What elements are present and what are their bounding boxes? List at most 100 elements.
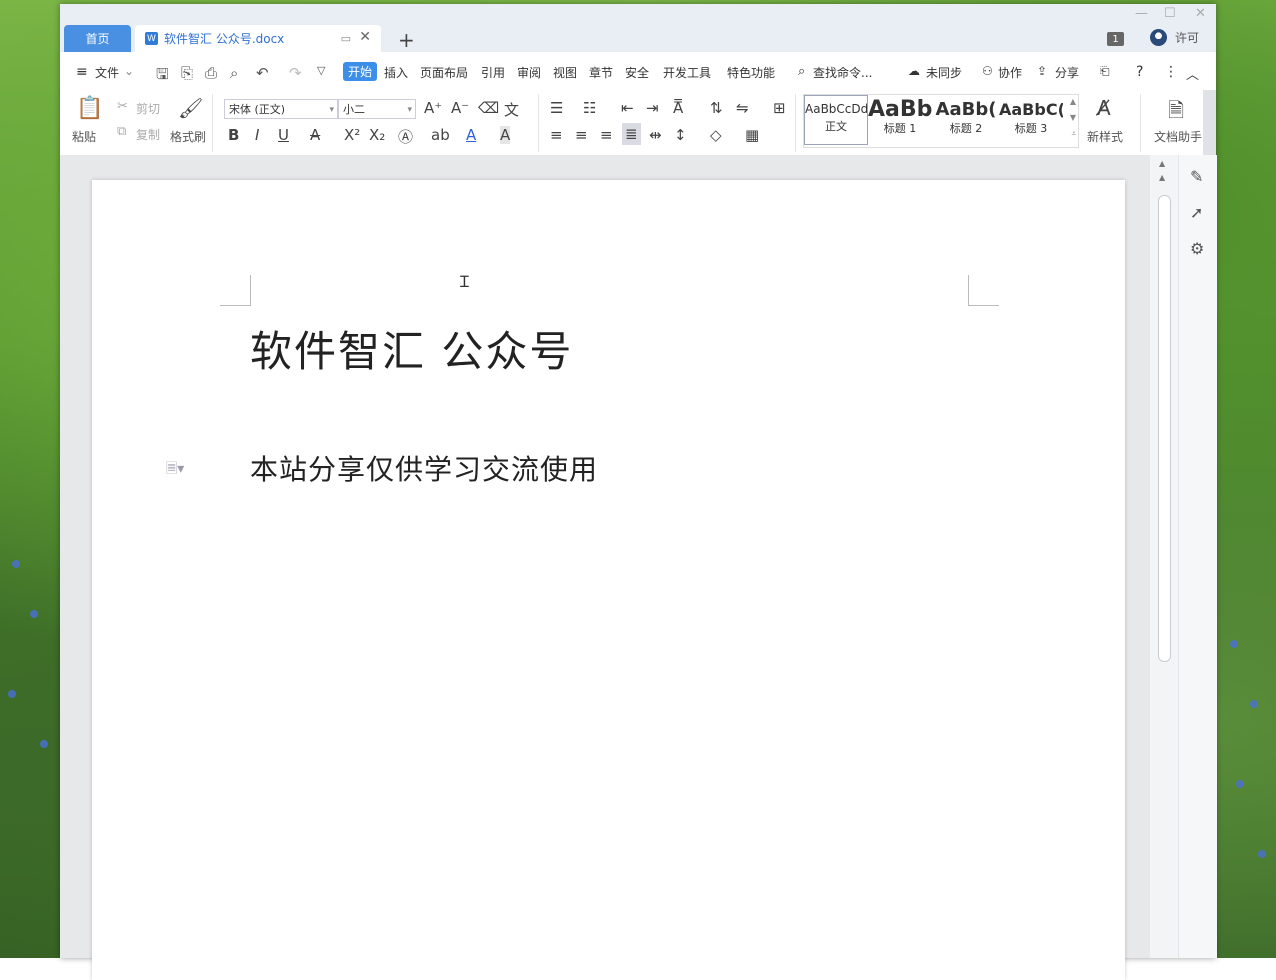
save-icon[interactable]: 🖫 [156,64,169,89]
font-size-select[interactable]: 小二 [338,99,416,120]
paste-icon[interactable]: 📋 [76,96,103,121]
scrollbar-thumb[interactable] [1158,195,1171,662]
hamburger-icon[interactable]: ≡ [76,64,88,80]
align-center-icon[interactable]: ≡ [575,126,588,144]
cloud-icon: ☁ [908,64,920,78]
bold-icon[interactable]: B [228,126,239,144]
customize-toolbar-icon[interactable]: ▽ [317,64,325,77]
phonetic-icon[interactable]: 文 [504,99,519,120]
ribbon-scroll[interactable] [1203,90,1216,155]
sort-icon[interactable]: ⇅ [710,99,723,117]
tab-document[interactable]: W 软件智汇 公众号.docx ▭ ✕ [135,25,381,52]
tab-home[interactable]: 首页 [64,25,131,52]
align-left-icon[interactable]: ≡ [550,126,563,144]
export-icon[interactable]: ⎘ [181,64,193,82]
gallery-expand-icon[interactable]: ⩡ [1071,129,1076,139]
sync-status[interactable]: 未同步 [926,64,962,81]
gallery-down-icon[interactable]: ▼ [1070,113,1076,122]
tab-references[interactable]: 引用 [481,64,505,81]
redo-icon[interactable]: ↷ [289,64,302,82]
font-color-icon[interactable]: A [466,126,476,144]
new-style-button[interactable]: 新样式 [1087,128,1123,145]
bullets-icon[interactable]: ☰ [550,99,563,117]
tab-start[interactable]: 开始 [343,62,378,81]
maximize-icon[interactable]: ☐ [1164,6,1176,21]
document-page[interactable]: Ɪ 软件智汇 公众号 🗏▾ 本站分享仅供学习交流使用 [92,180,1125,980]
select-cursor-icon[interactable]: ➚ [1190,203,1203,222]
char-shading-icon[interactable]: A [500,126,511,144]
style-preview: AaBbC( [999,100,1063,119]
shading-icon[interactable]: ◇ [710,126,722,144]
subscript-icon[interactable]: X₂ [369,126,385,144]
close-window-icon[interactable]: ✕ [1195,6,1206,21]
gallery-up-icon[interactable]: ▲ [1070,97,1076,106]
margin-corner-tl [220,275,251,306]
divider [795,94,796,152]
tab-features[interactable]: 特色功能 [727,64,775,81]
clear-format-icon[interactable]: ⌫ [478,99,499,117]
style-normal[interactable]: AaBbCcDd 正文 [804,95,868,145]
style-heading-1[interactable]: AaBb 标题 1 [868,95,932,145]
scroll-top-icon[interactable]: ▲ [1159,173,1165,182]
pin-icon[interactable]: ▭ [341,32,351,45]
numbering-icon[interactable]: ☷ [583,99,596,117]
paragraph-options-icon[interactable]: 🗏▾ [166,458,184,482]
cut-button[interactable]: 剪切 [136,100,160,117]
tab-security[interactable]: 安全 [625,64,649,81]
grow-font-icon[interactable]: A⁺ [424,99,442,117]
line-spacing-icon[interactable]: ⇋ [736,99,749,117]
command-search[interactable]: 查找命令... [813,64,872,81]
strikethrough-icon[interactable]: A [310,126,320,144]
copy-button[interactable]: 复制 [136,126,160,143]
doc-assistant-button[interactable]: 文档助手 [1154,128,1202,145]
distribute-icon[interactable]: ⇹ [649,126,662,144]
chinese-layout-icon[interactable]: A̿ [673,99,683,117]
align-right-icon[interactable]: ≡ [600,126,613,144]
collapse-ribbon-icon[interactable]: ︿ [1186,64,1199,83]
tab-insert[interactable]: 插入 [384,64,408,81]
undo-icon[interactable]: ↶ [256,64,269,82]
highlight-icon[interactable]: ab [431,126,450,144]
shrink-font-icon[interactable]: A⁻ [451,99,469,117]
username[interactable]: 许可 [1175,29,1199,46]
new-tab-button[interactable]: + [398,28,415,52]
format-painter-button[interactable]: 格式刷 [170,128,206,145]
layout-icon[interactable]: ⎗ [1100,64,1110,79]
adjust-settings-icon[interactable]: ⚙ [1190,239,1204,258]
print-icon[interactable]: ⎙ [205,64,217,82]
tab-page-layout[interactable]: 页面布局 [420,64,468,81]
print-preview-icon[interactable]: ⌕ [230,64,238,82]
avatar[interactable] [1150,29,1167,46]
underline-icon[interactable]: U [278,126,289,144]
scroll-up-icon[interactable]: ▲ [1159,159,1165,168]
style-heading-3[interactable]: AaBbC( 标题 3 [999,95,1063,145]
style-heading-2[interactable]: AaBb( 标题 2 [934,95,998,145]
tab-view[interactable]: 视图 [553,64,577,81]
italic-icon[interactable]: I [255,126,259,144]
help-icon[interactable]: ? [1136,64,1143,80]
tab-review[interactable]: 审阅 [517,64,541,81]
superscript-icon[interactable]: X² [344,126,360,144]
increase-indent-icon[interactable]: ⇥ [646,99,659,117]
more-icon[interactable]: ⋮ [1164,64,1178,80]
borders-icon[interactable]: ▦ [745,126,759,144]
font-name-select[interactable]: 宋体 (正文) [224,99,338,120]
document-body-text[interactable]: 本站分享仅供学习交流使用 [250,448,598,488]
document-title[interactable]: 软件智汇 公众号 [250,318,573,379]
close-tab-icon[interactable]: ✕ [359,29,371,45]
window-count-badge[interactable]: 1 [1107,32,1124,46]
show-marks-icon[interactable]: ⊞ [773,99,786,117]
vertical-scrollbar[interactable]: ▲ ▲ [1150,155,1178,958]
tab-chapter[interactable]: 章节 [589,64,613,81]
minimize-icon[interactable]: — [1135,6,1148,21]
tab-developer[interactable]: 开发工具 [663,64,711,81]
share-button[interactable]: 分享 [1055,64,1079,81]
justify-icon[interactable]: ≣ [622,123,641,145]
pen-icon[interactable]: ✎ [1190,167,1203,186]
decrease-indent-icon[interactable]: ⇤ [621,99,634,117]
paragraph-spacing-icon[interactable]: ↕ [674,126,687,144]
menu-file[interactable]: 文件 [95,64,119,81]
paste-button[interactable]: 粘贴 [72,128,96,145]
collaborate-button[interactable]: 协作 [998,64,1022,81]
text-effect-icon[interactable]: Ⓐ [398,126,413,147]
